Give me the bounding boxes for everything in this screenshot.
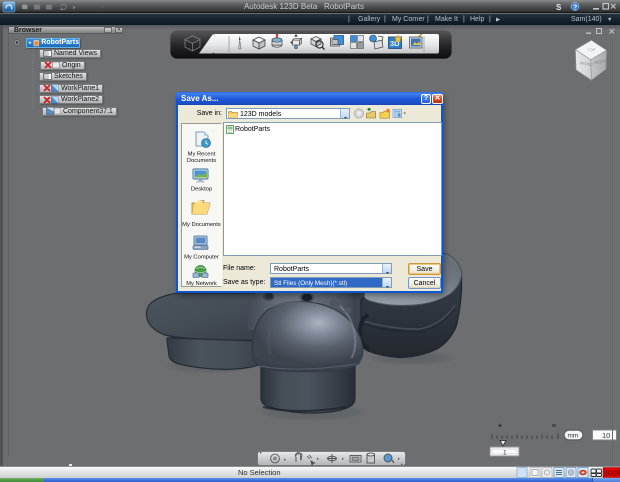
svg-text:My Computer: My Computer bbox=[184, 255, 219, 261]
svg-text:mm: mm bbox=[568, 433, 579, 440]
svg-text:TOP: TOP bbox=[587, 47, 596, 52]
svg-text:Desktop: Desktop bbox=[191, 187, 212, 193]
svg-text:1: 1 bbox=[503, 450, 507, 457]
svg-text:My Recent: My Recent bbox=[188, 152, 216, 158]
svg-text:My Documents: My Documents bbox=[182, 222, 221, 228]
svg-text:?: ? bbox=[573, 4, 577, 11]
svg-text:100%: 100% bbox=[604, 468, 620, 477]
svg-text:S: S bbox=[556, 3, 562, 12]
svg-text:Documents: Documents bbox=[187, 158, 216, 164]
svg-text:My Network: My Network bbox=[186, 281, 217, 286]
svg-text:10: 10 bbox=[602, 431, 610, 440]
